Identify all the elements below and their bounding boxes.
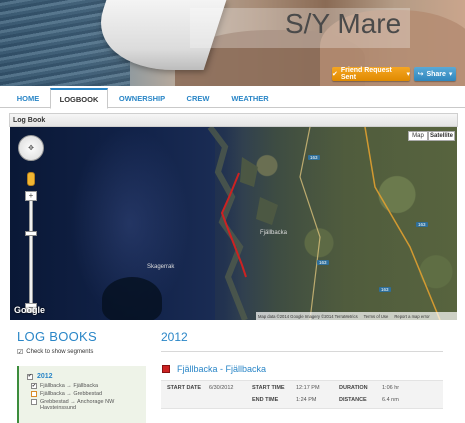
segment-item[interactable]: ✔ Fjällbacka → Fjällbacka xyxy=(31,383,146,389)
segment-checkbox[interactable]: ✔ xyxy=(31,383,37,389)
road-number-badge: 163 xyxy=(317,260,329,265)
segment-item[interactable]: Grebbestad → Anchorage NW Havsteinssund xyxy=(31,399,146,411)
segment-checkbox[interactable] xyxy=(31,391,37,397)
terms-of-use-link[interactable]: Terms of Use xyxy=(364,314,389,319)
friend-request-label: Friend Request Sent xyxy=(340,67,392,81)
segment-label: Grebbestad → Anchorage NW Havsteinssund xyxy=(40,399,115,411)
map-label-sea: Skagerrak xyxy=(147,264,175,270)
tab-ownership[interactable]: OWNERSHIP xyxy=(112,88,172,108)
site-title: S/Y Mare xyxy=(285,8,402,39)
check-note: ☑ Check to show segments xyxy=(17,348,93,356)
road-line xyxy=(364,127,441,320)
check-note-label: Check to show segments xyxy=(26,349,94,355)
google-logo: Google xyxy=(14,305,45,315)
tab-weather[interactable]: WEATHER xyxy=(224,88,276,108)
tab-crew[interactable]: CREW xyxy=(178,88,218,108)
logbooks-heading: LOG BOOKS xyxy=(17,329,98,344)
entry-title-link[interactable]: Fjällbacka - Fjällbacka xyxy=(177,364,266,374)
pan-control[interactable]: ✥ xyxy=(18,135,44,161)
header-banner: S/Y Mare ✔ Friend Request Sent ▾ ↪ Share… xyxy=(0,0,465,86)
friend-request-button[interactable]: ✔ Friend Request Sent ▾ xyxy=(332,67,410,81)
logbook-map[interactable]: Map Satellite ✥ + − Skagerrak Fjällbacka… xyxy=(10,127,457,320)
street-view-pegman-icon[interactable] xyxy=(27,172,35,186)
segment-checkbox[interactable] xyxy=(31,399,37,405)
duration-label: DURATION xyxy=(339,385,368,391)
distance-label: DISTANCE xyxy=(339,397,367,403)
entry-year-heading: 2012 xyxy=(161,330,188,344)
tab-home[interactable]: HOME xyxy=(8,88,48,108)
logbook-year[interactable]: ✔ 2012 xyxy=(27,373,146,380)
divider xyxy=(161,351,443,352)
road-number-badge: 163 xyxy=(308,155,320,160)
end-time-value: 1:24 PM xyxy=(296,397,317,403)
distance-value: 6.4 nm xyxy=(382,397,399,403)
coastline xyxy=(207,127,248,320)
caret-down-icon: ▾ xyxy=(406,71,410,78)
track-color-flag-icon xyxy=(162,365,170,373)
panel-title: Log Book xyxy=(9,113,458,127)
end-time-label: END TIME xyxy=(252,397,279,403)
map-type-map-button[interactable]: Map xyxy=(408,131,428,141)
map-attribution: Map data ©2014 Google Imagery ©2014 Terr… xyxy=(256,312,457,320)
logbook-list: ✔ 2012 ✔ Fjällbacka → Fjällbacka Fjällba… xyxy=(17,366,146,423)
start-time-value: 12:17 PM xyxy=(296,385,320,391)
start-date-value: 6/30/2012 xyxy=(209,385,234,391)
zoom-in-button[interactable]: + xyxy=(25,191,37,201)
tab-logbook[interactable]: LOGBOOK xyxy=(50,88,108,109)
share-label: Share xyxy=(426,70,446,78)
map-label-town: Fjällbacka xyxy=(260,230,288,236)
duration-value: 1:06 hr xyxy=(382,385,400,391)
map-type-satellite-button[interactable]: Satellite xyxy=(428,131,455,141)
entry-details: START DATE 6/30/2012 START TIME 12:17 PM… xyxy=(161,380,443,409)
zoom-slider-thumb[interactable] xyxy=(25,231,37,236)
road-number-badge: 163 xyxy=(416,222,428,227)
caret-down-icon: ▾ xyxy=(448,71,453,78)
segment-label: Fjällbacka → Fjällbacka xyxy=(40,383,99,389)
pan-arrows-icon: ✥ xyxy=(28,145,34,152)
report-map-error-link[interactable]: Report a map error xyxy=(394,314,429,319)
segment-label: Fjällbacka → Grebbestad xyxy=(40,391,103,397)
zoom-slider-track[interactable] xyxy=(29,197,33,309)
checkbox-icon: ☑ xyxy=(17,349,24,356)
road-number-badge: 163 xyxy=(379,287,391,292)
logbook-year-label: 2012 xyxy=(37,373,53,380)
map-data-text: Map data ©2014 Google Imagery ©2014 Terr… xyxy=(258,313,358,319)
island xyxy=(256,197,278,225)
island xyxy=(240,157,258,187)
share-icon: ↪ xyxy=(417,71,424,78)
start-date-label: START DATE xyxy=(167,385,202,391)
share-button[interactable]: ↪ Share ▾ xyxy=(414,67,456,81)
start-time-label: START TIME xyxy=(252,385,285,391)
year-checkbox[interactable]: ✔ xyxy=(27,373,33,380)
main-nav: HOME LOGBOOK OWNERSHIP CREW WEATHER xyxy=(0,88,465,109)
check-icon: ✔ xyxy=(332,71,338,78)
segment-item[interactable]: Fjällbacka → Grebbestad xyxy=(31,391,146,397)
